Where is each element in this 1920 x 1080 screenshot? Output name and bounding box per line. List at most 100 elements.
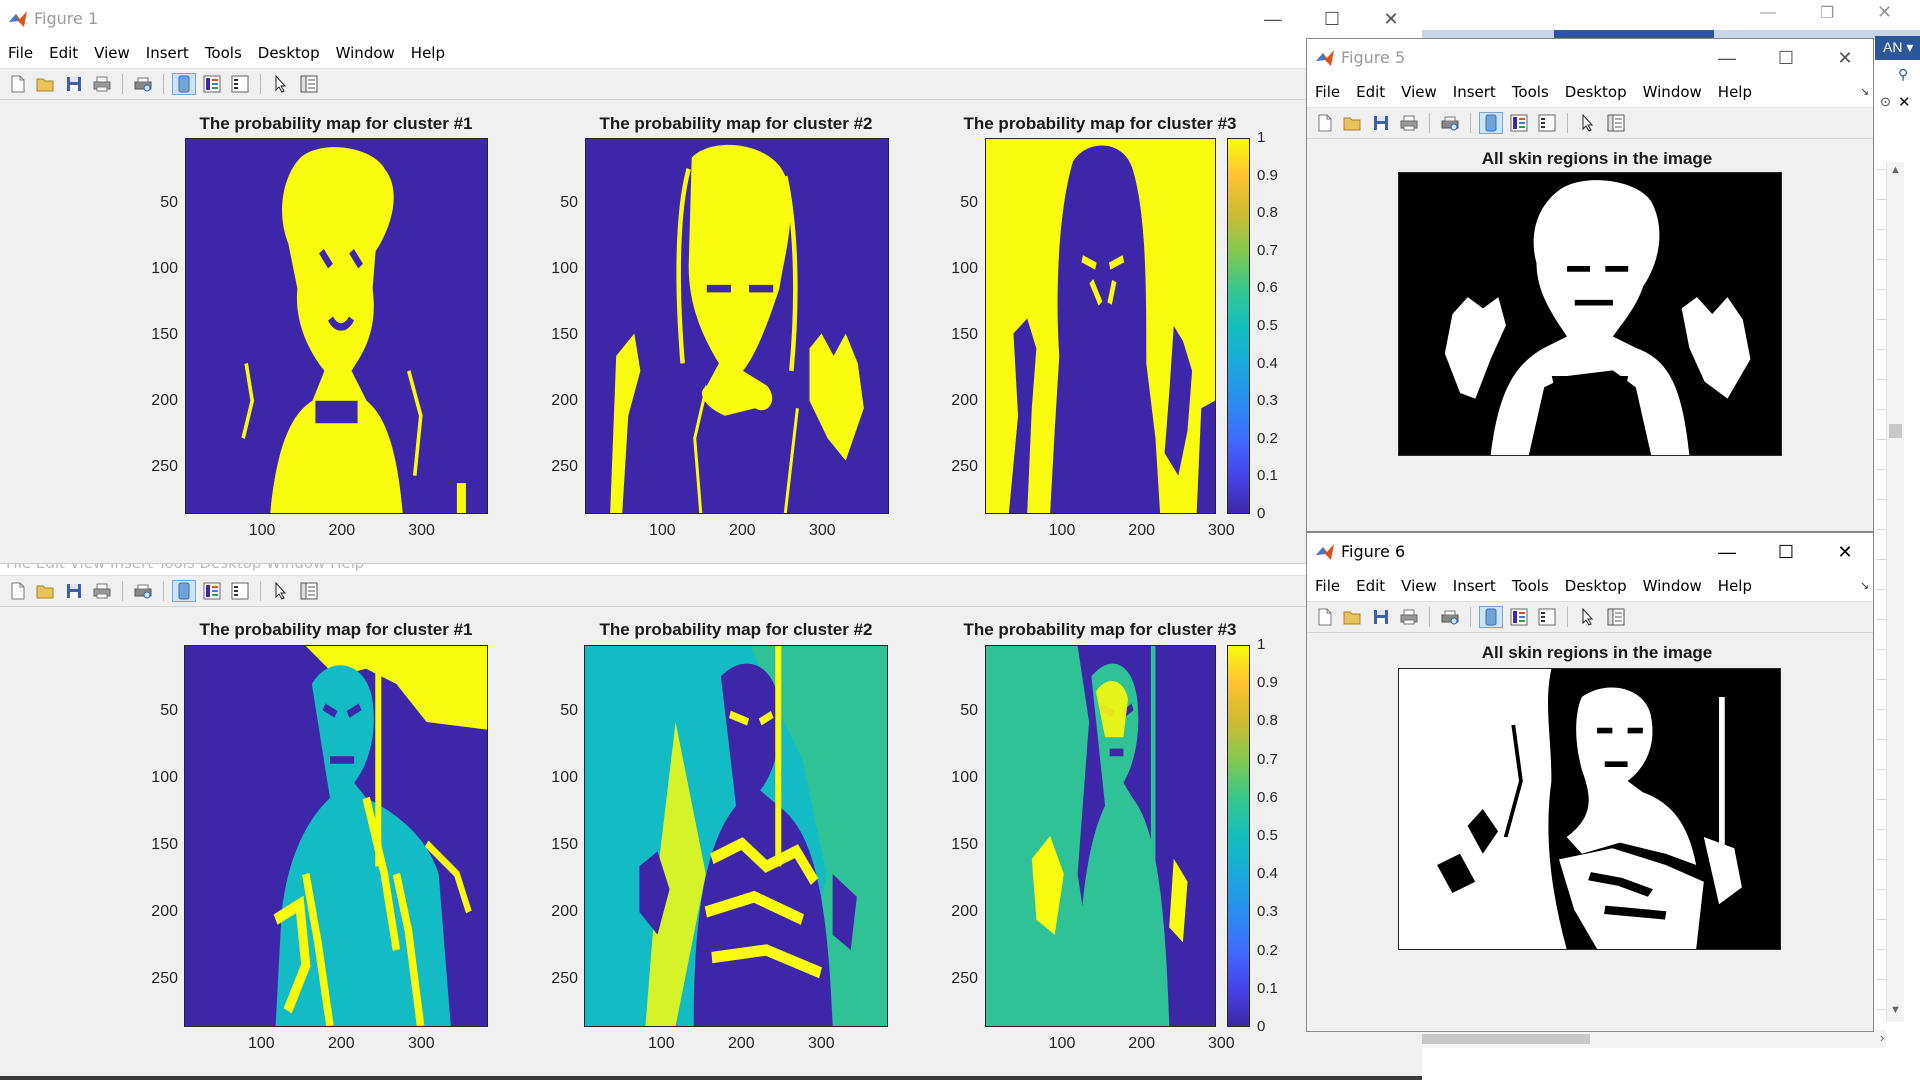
- save-icon[interactable]: [62, 73, 86, 95]
- background-app-collapse-icon[interactable]: ⊙: [1880, 94, 1891, 110]
- menu-tools[interactable]: Tools: [197, 44, 250, 62]
- menu-view[interactable]: View: [1393, 83, 1445, 101]
- print-preview-icon[interactable]: [131, 73, 155, 95]
- new-figure-icon[interactable]: [1313, 112, 1337, 134]
- menu-file[interactable]: File: [0, 44, 41, 62]
- menu-view[interactable]: View: [86, 44, 138, 62]
- background-app-search-icon[interactable]: ⚲: [1898, 66, 1908, 83]
- new-figure-icon[interactable]: [6, 73, 30, 95]
- background-app-badge[interactable]: AN ▾: [1875, 36, 1920, 60]
- menu-window[interactable]: Window: [328, 44, 403, 62]
- edit-plot-icon[interactable]: [269, 73, 293, 95]
- figure1-maximize-icon[interactable]: ☐: [1303, 0, 1361, 38]
- menu-file[interactable]: File: [1307, 577, 1348, 595]
- edit-plot-icon[interactable]: [1576, 112, 1600, 134]
- menu-edit[interactable]: Edit: [1348, 577, 1393, 595]
- f6-skin-image[interactable]: [1398, 668, 1781, 950]
- save-icon[interactable]: [1369, 606, 1393, 628]
- save-icon[interactable]: [62, 580, 86, 602]
- menu-desktop[interactable]: Desktop: [250, 44, 328, 62]
- scroll-up-icon[interactable]: ▲: [1890, 164, 1901, 176]
- insert-legend-icon[interactable]: [228, 580, 252, 602]
- menu-help[interactable]: Help: [403, 44, 453, 62]
- print-icon[interactable]: [1397, 112, 1421, 134]
- f2-colorbar[interactable]: [1227, 645, 1250, 1027]
- open-file-icon[interactable]: [34, 73, 58, 95]
- menu-tools[interactable]: Tools: [1504, 577, 1557, 595]
- figure6-minimize-icon[interactable]: —: [1698, 533, 1756, 571]
- open-file-icon[interactable]: [1341, 606, 1365, 628]
- print-preview-icon[interactable]: [1438, 112, 1462, 134]
- menu-tools[interactable]: Tools: [1504, 83, 1557, 101]
- property-inspector-icon[interactable]: [297, 73, 321, 95]
- save-icon[interactable]: [1369, 112, 1393, 134]
- figure6-dock-arrow-icon[interactable]: ↘: [1860, 579, 1869, 592]
- f2-ax2-image[interactable]: [584, 645, 888, 1027]
- figure6-maximize-icon[interactable]: ☐: [1757, 533, 1815, 571]
- edit-plot-icon[interactable]: [269, 580, 293, 602]
- background-app-restore-icon[interactable]: ❐: [1820, 3, 1834, 23]
- menu-insert[interactable]: Insert: [1445, 577, 1504, 595]
- new-figure-icon[interactable]: [1313, 606, 1337, 628]
- f1-colorbar[interactable]: [1227, 138, 1250, 514]
- insert-colorbar-icon[interactable]: [1507, 606, 1531, 628]
- f1-ax3-image[interactable]: [985, 138, 1216, 514]
- figure5-dock-arrow-icon[interactable]: ↘: [1860, 85, 1869, 98]
- background-app-tab-active[interactable]: [1554, 30, 1714, 38]
- menu-help[interactable]: Help: [1710, 577, 1760, 595]
- insert-legend-icon[interactable]: [1535, 112, 1559, 134]
- background-app-close-pane-icon[interactable]: ✕: [1898, 93, 1911, 111]
- figure5-minimize-icon[interactable]: —: [1698, 39, 1756, 77]
- f2-ax1-image[interactable]: [184, 645, 488, 1027]
- insert-colorbar-icon[interactable]: [200, 580, 224, 602]
- menu-file[interactable]: File: [1307, 83, 1348, 101]
- edit-plot-icon[interactable]: [1576, 606, 1600, 628]
- f2-ax3-image[interactable]: [985, 645, 1216, 1027]
- new-figure-icon[interactable]: [6, 580, 30, 602]
- print-preview-icon[interactable]: [1438, 606, 1462, 628]
- menu-insert[interactable]: Insert: [1445, 83, 1504, 101]
- scroll-thumb[interactable]: [1889, 424, 1902, 438]
- menu-view[interactable]: View: [1393, 577, 1445, 595]
- open-file-icon[interactable]: [1341, 112, 1365, 134]
- menu-window[interactable]: Window: [1635, 577, 1710, 595]
- figure6-close-icon[interactable]: ✕: [1816, 533, 1873, 571]
- menu-desktop[interactable]: Desktop: [1557, 577, 1635, 595]
- menu-desktop[interactable]: Desktop: [1557, 83, 1635, 101]
- property-inspector-icon[interactable]: [297, 580, 321, 602]
- figure1-close-icon[interactable]: ✕: [1362, 0, 1420, 38]
- print-icon[interactable]: [90, 73, 114, 95]
- background-app-scrollbar-vertical[interactable]: ▲ ▼: [1886, 162, 1904, 1022]
- print-icon[interactable]: [90, 580, 114, 602]
- insert-colorbar-icon[interactable]: [200, 73, 224, 95]
- background-app-scrollbar-horizontal[interactable]: [1420, 1030, 1886, 1048]
- menu-help[interactable]: Help: [1710, 83, 1760, 101]
- link-icon[interactable]: [1479, 112, 1503, 134]
- insert-colorbar-icon[interactable]: [1507, 112, 1531, 134]
- link-icon[interactable]: [172, 73, 196, 95]
- property-inspector-icon[interactable]: [1604, 606, 1628, 628]
- print-preview-icon[interactable]: [131, 580, 155, 602]
- background-app-close-icon[interactable]: ✕: [1877, 2, 1892, 23]
- scroll-right-icon[interactable]: ›: [1880, 1030, 1884, 1045]
- menu-edit[interactable]: Edit: [1348, 83, 1393, 101]
- scroll-down-icon[interactable]: ▼: [1890, 1004, 1901, 1016]
- print-icon[interactable]: [1397, 606, 1421, 628]
- menu-window[interactable]: Window: [1635, 83, 1710, 101]
- open-file-icon[interactable]: [34, 580, 58, 602]
- link-icon[interactable]: [1479, 606, 1503, 628]
- f1-ax1-image[interactable]: [185, 138, 488, 514]
- f5-skin-image[interactable]: [1398, 172, 1782, 456]
- menu-insert[interactable]: Insert: [138, 44, 197, 62]
- link-icon[interactable]: [172, 580, 196, 602]
- background-app-minimize-icon[interactable]: —: [1760, 4, 1776, 22]
- property-inspector-icon[interactable]: [1604, 112, 1628, 134]
- figure5-maximize-icon[interactable]: ☐: [1757, 39, 1815, 77]
- hscroll-thumb[interactable]: [1420, 1034, 1590, 1044]
- f1-ax2-image[interactable]: [585, 138, 889, 514]
- insert-legend-icon[interactable]: [228, 73, 252, 95]
- menu-edit[interactable]: Edit: [41, 44, 86, 62]
- figure1-minimize-icon[interactable]: —: [1244, 0, 1302, 38]
- insert-legend-icon[interactable]: [1535, 606, 1559, 628]
- figure5-close-icon[interactable]: ✕: [1816, 39, 1873, 77]
